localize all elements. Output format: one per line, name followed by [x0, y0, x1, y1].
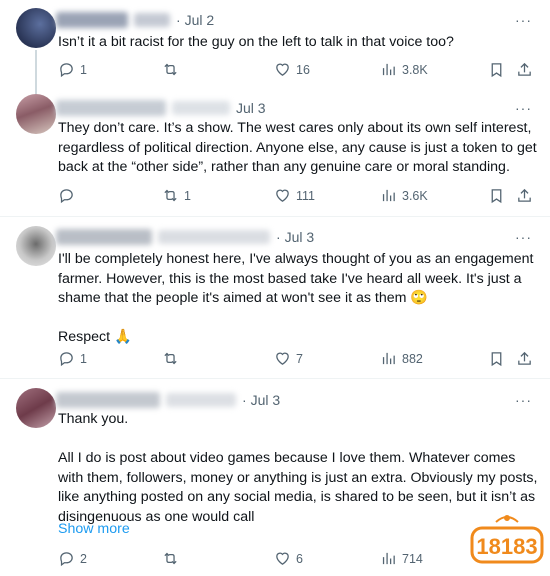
- tweet-date[interactable]: · Jul 2: [176, 12, 214, 28]
- bookmark-button[interactable]: [488, 61, 505, 78]
- retweet-icon: [164, 63, 177, 76]
- like-button[interactable]: 16: [274, 61, 310, 78]
- reply-icon: [60, 189, 73, 204]
- bookmark-icon: [491, 63, 502, 78]
- retweet-count: 1: [184, 188, 191, 203]
- thread-line: [35, 50, 37, 94]
- tweet-text: I'll be completely honest here, I've alw…: [58, 251, 534, 345]
- show-more-link[interactable]: Show more: [58, 521, 130, 537]
- avatar[interactable]: [16, 94, 56, 134]
- views-button[interactable]: 714: [380, 550, 423, 567]
- avatar[interactable]: [16, 388, 56, 428]
- heart-icon: [276, 63, 289, 76]
- retweet-icon: [164, 352, 177, 365]
- reply-icon: [60, 552, 73, 567]
- blurred-author-name: [56, 392, 160, 408]
- blurred-author-name: [56, 12, 128, 28]
- tweet-text: They don’t care. It’s a show. The west c…: [58, 120, 537, 175]
- action-bar: 1 16 3.8K: [58, 61, 536, 81]
- tweet-divider: [0, 378, 550, 379]
- reply-icon: [60, 352, 73, 367]
- like-count: 111: [296, 188, 316, 203]
- action-bar: 1 7 882: [58, 350, 536, 370]
- tweet-date[interactable]: · Jul 3: [242, 392, 280, 408]
- tweet-3[interactable]: · Jul 3 ··· I'll be completely honest he…: [0, 222, 550, 372]
- tweet-text: Isn’t it a bit racist for the guy on the…: [58, 34, 454, 50]
- share-icon: [518, 188, 531, 202]
- avatar[interactable]: [16, 226, 56, 266]
- heart-icon: [276, 352, 289, 365]
- blurred-author-name: [56, 100, 166, 116]
- more-options-button[interactable]: ···: [515, 12, 532, 28]
- share-icon: [518, 351, 531, 365]
- blurred-author-name: [56, 229, 152, 245]
- views-icon: [382, 189, 395, 202]
- tweet-date[interactable]: · Jul 3: [276, 229, 314, 245]
- reply-count: 2: [80, 551, 87, 566]
- retweet-button[interactable]: [162, 61, 184, 78]
- svg-text:18183: 18183: [476, 534, 537, 559]
- like-count: 16: [296, 62, 310, 77]
- more-options-button[interactable]: ···: [515, 229, 532, 245]
- avatar[interactable]: [16, 8, 56, 48]
- retweet-button[interactable]: [162, 550, 184, 567]
- tweet-header: Jul 3: [56, 98, 266, 118]
- tweet-1[interactable]: · Jul 2 ··· Isn’t it a bit racist for th…: [0, 0, 550, 94]
- share-button[interactable]: [516, 61, 533, 78]
- like-button[interactable]: 111: [274, 187, 315, 204]
- like-count: 6: [296, 551, 303, 566]
- tweet-divider: [0, 216, 550, 217]
- reply-button[interactable]: 1: [58, 350, 87, 367]
- tweet-header: · Jul 3: [56, 227, 314, 247]
- action-bar: 1 111 3.6K: [58, 187, 536, 207]
- reply-count: 1: [80, 62, 87, 77]
- heart-icon: [276, 552, 289, 565]
- tweet-2[interactable]: Jul 3 ··· They don’t care. It’s a show. …: [0, 94, 550, 214]
- reply-count: 1: [80, 351, 87, 366]
- view-count: 3.6K: [402, 188, 428, 203]
- views-button[interactable]: 882: [380, 350, 423, 367]
- more-options-button[interactable]: ···: [515, 392, 532, 408]
- share-button[interactable]: [516, 350, 533, 367]
- view-count: 882: [402, 351, 423, 366]
- views-icon: [382, 63, 395, 76]
- views-button[interactable]: 3.6K: [380, 187, 428, 204]
- reply-button[interactable]: 2: [58, 550, 87, 567]
- more-options-button[interactable]: ···: [515, 100, 532, 116]
- view-count: 3.8K: [402, 62, 428, 77]
- like-button[interactable]: 7: [274, 350, 303, 367]
- views-icon: [382, 352, 395, 365]
- views-icon: [382, 552, 395, 565]
- reply-button[interactable]: 1: [58, 61, 87, 78]
- views-button[interactable]: 3.8K: [380, 61, 428, 78]
- reply-button[interactable]: [58, 187, 80, 204]
- blurred-author-handle: [166, 393, 236, 407]
- bookmark-icon: [491, 352, 502, 367]
- view-count: 714: [402, 551, 423, 566]
- retweet-icon: [164, 552, 177, 565]
- heart-icon: [276, 189, 289, 202]
- retweet-button[interactable]: 1: [162, 187, 191, 204]
- retweet-button[interactable]: [162, 350, 184, 367]
- bookmark-button[interactable]: [488, 350, 505, 367]
- share-button[interactable]: [516, 187, 533, 204]
- like-count: 7: [296, 351, 303, 366]
- blurred-author-handle: [134, 13, 170, 27]
- blurred-author-handle: [172, 101, 230, 115]
- like-button[interactable]: 6: [274, 550, 303, 567]
- site-watermark-logo: 18183: [470, 515, 544, 564]
- tweet-header: · Jul 3: [56, 390, 280, 410]
- retweet-icon: [164, 189, 177, 202]
- action-bar: 2 6 714: [58, 550, 536, 570]
- tweet-date[interactable]: Jul 3: [236, 100, 266, 116]
- blurred-author-handle: [158, 230, 270, 244]
- share-icon: [518, 62, 531, 76]
- tweet-header: · Jul 2: [56, 10, 214, 30]
- bookmark-icon: [491, 189, 502, 204]
- reply-icon: [60, 63, 73, 78]
- tweet-text: Thank you. All I do is post about video …: [58, 411, 538, 525]
- bookmark-button[interactable]: [488, 187, 505, 204]
